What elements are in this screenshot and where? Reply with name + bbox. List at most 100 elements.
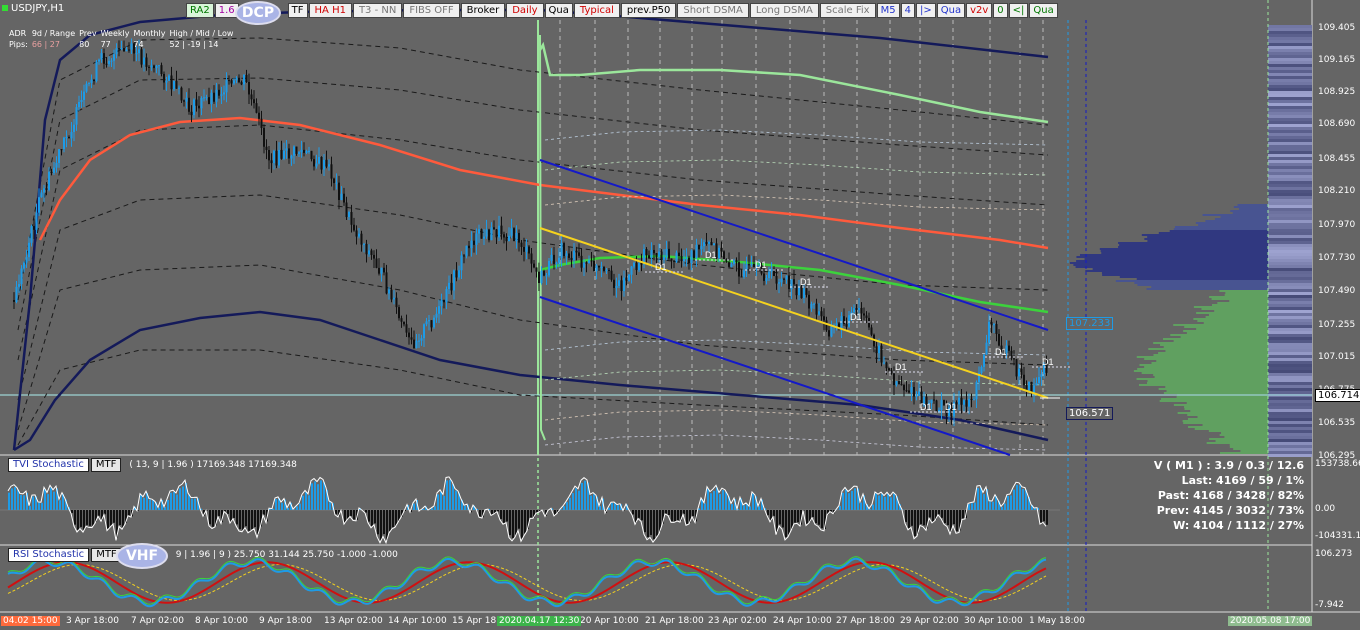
tvi-histogram-bar	[92, 510, 94, 526]
toolbar-button[interactable]: |>	[915, 3, 936, 18]
toolbar-button[interactable]: prev.P50	[620, 3, 677, 18]
price-candle-body	[390, 289, 393, 300]
rsi-axis-min: -7.942	[1315, 600, 1345, 610]
price-candle-body	[970, 398, 973, 400]
price-candle-body	[870, 327, 873, 335]
price-candle-body	[768, 271, 770, 279]
tvi-histogram-bar	[524, 510, 526, 534]
chart-canvas[interactable]: D1 D1 D1 D1 D1 D1 D1 D1 D1 D1	[0, 0, 1360, 630]
price-candle-body	[678, 252, 680, 256]
volume-profile-band	[1268, 292, 1312, 295]
price-candle-body	[308, 150, 310, 152]
price-candle-body	[460, 255, 463, 271]
price-candle-body	[525, 246, 528, 252]
time-tick-label: 23 Apr 02:00	[708, 616, 767, 626]
price-candle-body	[360, 233, 363, 245]
price-candle-body	[698, 244, 700, 250]
volume-profile-band	[1268, 187, 1312, 190]
volume-profile-band	[1268, 310, 1312, 313]
dcp-badge[interactable]: DCP	[235, 1, 281, 25]
toolbar-button[interactable]: Typical	[573, 3, 620, 18]
price-candle-body	[1038, 377, 1040, 384]
tvi-histogram-bar	[173, 492, 175, 510]
tvi-histogram-bar	[110, 510, 112, 526]
tvi-histogram-bar	[785, 510, 787, 538]
price-candle-body	[358, 233, 360, 237]
upper-price-mark: 107.233	[1066, 317, 1114, 330]
price-candle-body	[740, 276, 743, 278]
tvi-histogram-bar	[29, 506, 31, 510]
price-candle-body	[183, 100, 185, 102]
tvi-histogram-bar	[584, 480, 586, 510]
tvi-histogram-bar	[245, 510, 247, 527]
toolbar-button[interactable]: M5	[876, 3, 900, 18]
price-candle-body	[168, 75, 170, 81]
price-candle-body	[475, 233, 478, 245]
price-candle-body	[205, 97, 208, 99]
price-candle-body	[828, 330, 830, 337]
price-candle-body	[408, 332, 410, 338]
tvi-histogram-bar	[977, 488, 979, 510]
toolbar-button[interactable]: Qua	[544, 3, 573, 18]
tvi-mtf-button[interactable]: MTF	[90, 458, 122, 472]
rsi-params: 9 | 1.96 | 9 ) 25.750 31.144 25.750 -1.0…	[175, 550, 398, 560]
toolbar-button[interactable]: Qua	[1029, 3, 1058, 18]
volume-profile-band	[1268, 28, 1312, 31]
toolbar-button[interactable]: TF	[287, 3, 308, 18]
toolbar-button[interactable]: FIBS OFF	[403, 3, 460, 18]
toolbar-button[interactable]: <|	[1008, 3, 1029, 18]
symbol-title: USDJPY,H1	[2, 3, 64, 14]
toolbar-button[interactable]: Broker	[460, 3, 506, 18]
tvi-histogram-bar	[971, 503, 973, 510]
toolbar-button[interactable]: HA H1	[308, 3, 352, 18]
tvi-histogram-bar	[380, 510, 382, 540]
toolbar-button[interactable]: RA2	[186, 3, 214, 18]
price-tick-label: 107.255	[1318, 320, 1356, 330]
volume-profile-band	[1268, 442, 1312, 445]
faint-band	[544, 159, 1049, 176]
vhf-badge[interactable]: VHF	[116, 543, 168, 569]
volume-profile-band	[1268, 367, 1312, 370]
toolbar-button[interactable]: Daily	[506, 3, 544, 18]
price-candle-body	[165, 80, 168, 83]
price-candle-body	[210, 92, 213, 105]
volume-profile-band	[1268, 340, 1312, 343]
volume-profile-band	[1268, 349, 1312, 352]
price-candle-body	[1028, 382, 1030, 391]
price-candle-body	[93, 79, 95, 82]
tvi-histogram-bar	[956, 510, 958, 532]
price-candle-body	[663, 256, 665, 261]
price-candle-body	[635, 262, 638, 271]
toolbar-button[interactable]: 0	[993, 3, 1008, 18]
toolbar-button[interactable]: Short DSMA	[677, 3, 749, 18]
price-candle-body	[88, 82, 90, 84]
volume-profile-band	[1268, 178, 1312, 181]
price-candle-body	[383, 267, 385, 273]
toolbar-button[interactable]: Scale Fix	[819, 3, 876, 18]
toolbar-button[interactable]: 4	[900, 3, 915, 18]
volume-profile-band	[1268, 205, 1312, 208]
toolbar-button[interactable]: v2v	[966, 3, 993, 18]
volume-profile-band	[1268, 142, 1312, 145]
price-candle-body	[605, 269, 608, 271]
price-candle-body	[823, 316, 825, 321]
toolbar-button[interactable]: Qua	[936, 3, 966, 18]
tvi-histogram-bar	[911, 510, 913, 526]
toolbar-button[interactable]: T3 - NN	[352, 3, 403, 18]
price-candle-body	[235, 77, 238, 81]
price-candle-body	[545, 275, 548, 277]
tvi-histogram-bar	[632, 510, 634, 515]
tvi-histogram-bar	[179, 488, 181, 510]
tvi-histogram-bar	[8, 492, 10, 510]
price-candle-body	[608, 269, 610, 271]
price-candle-body	[738, 262, 740, 277]
tvi-histogram-bar	[167, 500, 169, 510]
tvi-histogram-bar	[710, 493, 712, 510]
price-candle-body	[290, 155, 293, 159]
toolbar-button[interactable]: Long DSMA	[749, 3, 819, 18]
volume-profile-band	[1268, 88, 1312, 91]
tvi-histogram-bar	[758, 506, 760, 510]
volume-profile-band	[1268, 37, 1312, 40]
price-candle-body	[568, 253, 570, 258]
price-candle-body	[345, 202, 348, 218]
